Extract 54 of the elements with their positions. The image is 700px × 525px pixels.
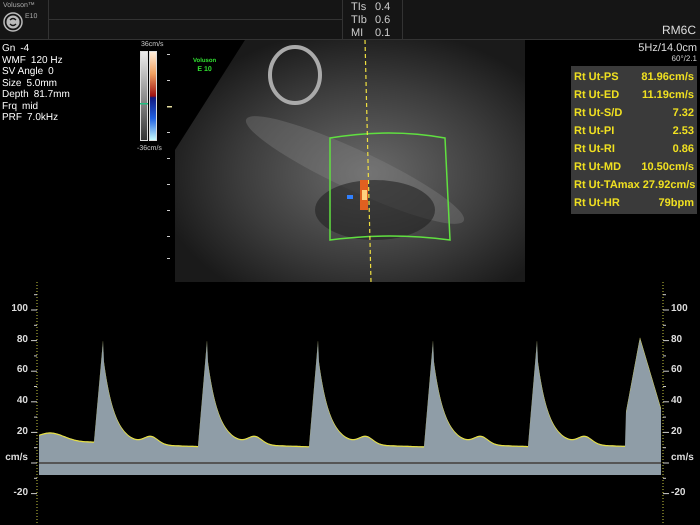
parameter-value: 120 Hz (30, 54, 63, 66)
parameter-label: SV Angle (2, 66, 44, 78)
axis-label: -20 (671, 487, 686, 499)
measurement-value: 81.96cm/s (641, 70, 694, 85)
axis-label: 40 (16, 395, 28, 407)
axis-label: 60 (16, 364, 28, 376)
parameter-label: Gn (2, 43, 16, 54)
measurement-value: 27.92cm/s (642, 178, 696, 193)
index-label: MI (351, 27, 364, 40)
parameter-value: 5.0mm (26, 78, 58, 89)
measurement-value: 7.32 (672, 106, 694, 121)
axis-label: 20 (16, 426, 28, 438)
axis-label: cm/s (671, 452, 694, 464)
parameter-value: mid (22, 100, 38, 112)
axis-label: 80 (16, 334, 28, 346)
parameter-label: Depth (2, 89, 29, 100)
measurement-value: 0.86 (672, 142, 694, 157)
index-value: 0.6 (375, 14, 390, 27)
scan-angle-setting: 60°/2.1 (672, 54, 697, 64)
index-label: TIb (351, 14, 368, 27)
measurement-value: 10.50cm/s (641, 160, 694, 175)
parameter-value: -4 (20, 43, 30, 54)
axis-label: 100 (11, 303, 28, 315)
axis-label: cm/s (5, 452, 28, 464)
axis-label: 20 (671, 426, 682, 438)
measurement-label: Rt Ut-PI (574, 124, 614, 139)
axis-label: -20 (14, 487, 28, 499)
measurement-label: Rt Ut-PS (574, 70, 619, 85)
probe-name: RM6C (662, 22, 696, 39)
measurement-label: Rt Ut-RI (574, 142, 615, 157)
index-value: 0.4 (375, 1, 390, 14)
parameter-label: PRF (2, 112, 22, 124)
measurement-label: Rt Ut-S/D (574, 106, 622, 121)
measurement-value: 11.19cm/s (642, 88, 694, 103)
parameter-value: 81.7mm (34, 89, 70, 100)
measurement-label: Rt Ut-HR (574, 196, 620, 211)
axis-label: 60 (671, 364, 682, 376)
parameter-label: WMF (2, 54, 26, 66)
axis-label: 100 (671, 303, 688, 315)
index-value: 0.1 (375, 27, 390, 40)
measurement-value: 79bpm (658, 196, 694, 211)
scan-frequency-depth: 5Hz/14.0cm (638, 42, 697, 54)
axis-label: 40 (671, 395, 682, 407)
index-label: TIs (351, 1, 368, 14)
parameter-value: 0 (48, 66, 54, 78)
measurement-label: Rt Ut-MD (574, 160, 622, 175)
measurement-label: Rt Ut-TAmax (574, 178, 640, 193)
logo-icon (3, 12, 23, 32)
axis-label: 80 (671, 334, 682, 346)
parameter-label: Frq (2, 100, 17, 112)
measurement-label: Rt Ut-ED (574, 88, 620, 103)
parameter-label: Size (2, 78, 22, 89)
parameter-value: 7.0kHz (27, 112, 58, 124)
measurement-value: 2.53 (672, 124, 694, 139)
